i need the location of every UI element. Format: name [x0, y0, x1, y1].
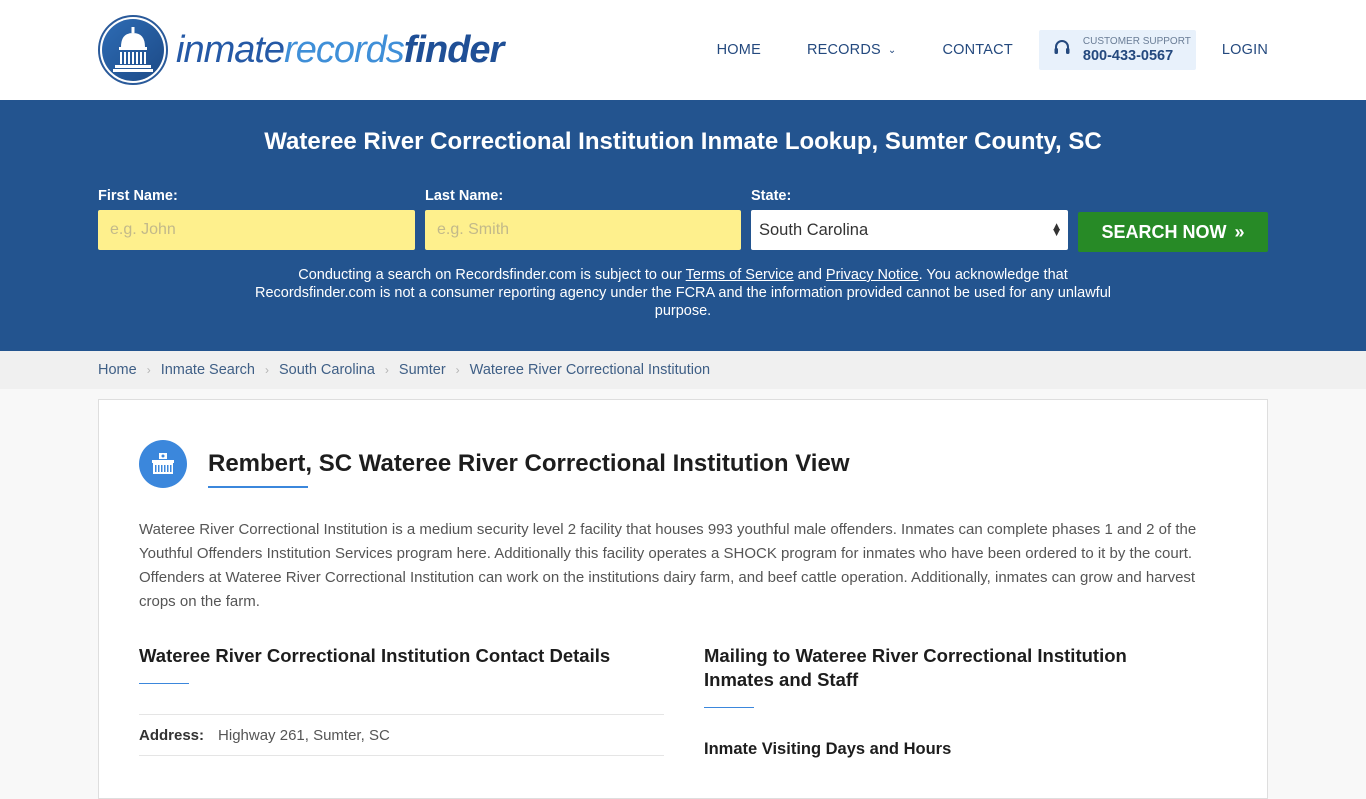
state-label: State: — [751, 188, 792, 204]
disclaimer-text-1: Conducting a search on Recordsfinder.com… — [298, 267, 686, 283]
nav-home[interactable]: HOME — [717, 42, 761, 58]
capitol-logo-icon — [98, 15, 168, 85]
search-disclaimer: Conducting a search on Recordsfinder.com… — [250, 266, 1116, 320]
facility-card: Rembert, SC Wateree River Correctional I… — [98, 399, 1268, 799]
nav-records-label: RECORDS — [806, 42, 881, 58]
headset-icon — [1053, 39, 1071, 61]
privacy-notice-link[interactable]: Privacy Notice — [826, 267, 919, 283]
nav-contact[interactable]: CONTACT — [942, 42, 1012, 58]
last-name-input[interactable] — [425, 210, 741, 250]
address-row: Address: Highway 261, Sumter, SC — [139, 714, 664, 756]
section-underline — [704, 707, 754, 708]
last-name-label: Last Name: — [425, 188, 504, 204]
chevron-down-icon: ⌄ — [887, 44, 897, 56]
chevron-right-icon: › — [146, 363, 151, 377]
nav-login-label: LOGIN — [1221, 42, 1268, 58]
breadcrumb: Home › Inmate Search › South Carolina › … — [0, 351, 1366, 389]
site-logo[interactable]: inmaterecordsfinder — [98, 15, 505, 85]
facility-title: Rembert, SC Wateree River Correctional I… — [208, 450, 850, 477]
double-chevron-right-icon: » — [1234, 221, 1245, 242]
nav-contact-label: CONTACT — [942, 42, 1013, 58]
mailing-section: Mailing to Wateree River Correctional In… — [704, 644, 1184, 759]
address-value: Highway 261, Sumter, SC — [218, 726, 390, 744]
address-label: Address: — [139, 726, 205, 744]
inmate-search-form: First Name: Last Name: State: South Caro… — [98, 188, 1268, 252]
logo-word-inmate: inmate — [176, 29, 285, 71]
customer-support-button[interactable]: CUSTOMER SUPPORT 800-433-0567 — [1038, 30, 1196, 70]
support-label: CUSTOMER SUPPORT — [1082, 35, 1191, 47]
breadcrumb-current[interactable]: Wateree River Correctional Institution — [470, 362, 710, 378]
search-now-button[interactable]: SEARCH NOW » — [1078, 212, 1268, 252]
visiting-hours-title: Inmate Visiting Days and Hours — [704, 740, 952, 758]
chevron-right-icon: › — [384, 363, 389, 377]
first-name-label: First Name: — [98, 188, 178, 204]
search-hero: Wateree River Correctional Institution I… — [0, 100, 1366, 351]
breadcrumb-south-carolina[interactable]: South Carolina — [279, 362, 375, 378]
logo-word-finder: finder — [403, 29, 505, 71]
search-now-label: SEARCH NOW — [1101, 221, 1227, 242]
logo-word-records: records — [284, 29, 405, 71]
nav-login[interactable]: LOGIN — [1222, 42, 1268, 58]
terms-of-service-link[interactable]: Terms of Service — [686, 267, 794, 283]
jail-building-icon — [139, 440, 187, 488]
section-underline — [139, 683, 189, 684]
state-select-value: South Carolina — [759, 220, 869, 239]
support-phone: 800-433-0567 — [1082, 47, 1174, 64]
chevron-right-icon: › — [265, 363, 269, 377]
main-nav: HOME RECORDS ⌄ CONTACT CUSTOMER SUPPORT 8… — [717, 30, 1268, 70]
page-title: Wateree River Correctional Institution I… — [264, 128, 1102, 155]
breadcrumb-sumter[interactable]: Sumter — [399, 362, 446, 378]
disclaimer-text-2: and — [793, 267, 826, 283]
nav-home-label: HOME — [716, 42, 761, 58]
first-name-input[interactable] — [98, 210, 415, 250]
mailing-title: Mailing to Wateree River Correctional In… — [704, 645, 1127, 690]
breadcrumb-inmate-search[interactable]: Inmate Search — [161, 362, 255, 378]
contact-details-section: Wateree River Correctional Institution C… — [139, 644, 664, 756]
title-underline — [208, 486, 308, 488]
contact-details-title: Wateree River Correctional Institution C… — [139, 645, 611, 666]
site-header: inmaterecordsfinder HOME RECORDS ⌄ CONTAC… — [0, 0, 1366, 100]
chevron-right-icon: › — [455, 363, 460, 377]
select-arrows-icon: ▲ ▼ — [1053, 221, 1060, 238]
nav-records[interactable]: RECORDS ⌄ — [807, 42, 897, 58]
state-select[interactable]: South Carolina ▲ ▼ — [751, 210, 1068, 250]
breadcrumb-home[interactable]: Home — [98, 362, 137, 378]
logo-wordmark: inmaterecordsfinder — [176, 29, 505, 71]
facility-description: Wateree River Correctional Institution i… — [139, 521, 1197, 610]
